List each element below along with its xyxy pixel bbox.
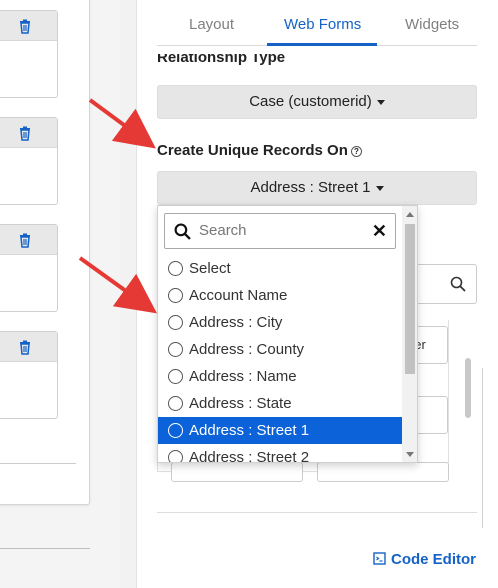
unique-records-value: Address : Street 1 (250, 179, 371, 196)
scroll-up-icon[interactable] (406, 212, 414, 217)
dropdown-scrollbar[interactable] (402, 206, 417, 462)
radio-icon (168, 261, 183, 276)
field-card-toolbar (0, 118, 57, 148)
trash-icon[interactable] (17, 18, 33, 34)
dropdown-option-selected[interactable]: Address : Street 1 (158, 417, 402, 444)
unique-records-dropdown: ✕ Select Account Name Address : City Add… (157, 205, 418, 463)
tab-web-forms[interactable]: Web Forms (284, 16, 361, 33)
search-icon (174, 223, 191, 240)
dropdown-options: Select Account Name Address : City Addre… (158, 255, 402, 462)
field-card[interactable] (0, 117, 58, 205)
radio-icon (168, 315, 183, 330)
trash-icon[interactable] (17, 232, 33, 248)
code-editor-icon (373, 552, 386, 565)
help-icon[interactable]: ? (350, 145, 362, 157)
gear-icon[interactable] (0, 232, 1, 248)
dropdown-option[interactable]: Account Name (158, 282, 402, 309)
divider (482, 368, 483, 528)
field-card[interactable] (0, 224, 58, 312)
divider (157, 512, 477, 513)
radio-icon (168, 342, 183, 357)
field-card[interactable] (0, 331, 58, 419)
divider (0, 548, 90, 549)
unique-records-label: Create Unique Records On? (157, 142, 362, 159)
tab-layout[interactable]: Layout (189, 16, 234, 33)
dropdown-option[interactable]: Address : City (158, 309, 402, 336)
dropdown-option[interactable]: Address : County (158, 336, 402, 363)
dropdown-option[interactable]: Select (158, 255, 402, 282)
properties-panel: Layout Web Forms Widgets Relationship Ty… (136, 0, 498, 588)
field-card-toolbar (0, 225, 57, 255)
form-canvas (0, 0, 120, 588)
caret-down-icon (376, 99, 385, 105)
search-icon (450, 276, 466, 292)
dropdown-option[interactable]: Address : State (158, 390, 402, 417)
tab-widgets[interactable]: Widgets (405, 16, 459, 33)
relationship-type-select[interactable]: Case (customerid) (157, 85, 477, 119)
divider (0, 460, 76, 464)
active-tab-indicator (267, 43, 377, 46)
field-card[interactable] (0, 10, 58, 98)
trash-icon[interactable] (17, 125, 33, 141)
radio-icon (168, 450, 183, 462)
radio-icon (168, 288, 183, 303)
code-editor-link[interactable]: Code Editor (373, 551, 476, 568)
radio-icon (168, 369, 183, 384)
dropdown-search: ✕ (164, 213, 396, 249)
close-icon[interactable]: ✕ (372, 221, 387, 241)
dropdown-option[interactable]: Address : Name (158, 363, 402, 390)
field-card-toolbar (0, 332, 57, 362)
panel-tabs: Layout Web Forms Widgets (157, 0, 477, 46)
gear-icon[interactable] (0, 18, 1, 34)
dropdown-search-input[interactable] (199, 222, 349, 239)
scrollbar-thumb[interactable] (405, 224, 415, 374)
caret-down-icon (375, 185, 384, 191)
background-scrollbar[interactable] (465, 358, 471, 418)
relationship-type-label: Relationship Type (157, 54, 286, 66)
trash-icon[interactable] (17, 339, 33, 355)
field-card-toolbar (0, 11, 57, 41)
relationship-type-value: Case (customerid) (249, 93, 372, 110)
dropdown-option[interactable]: Address : Street 2 (158, 444, 402, 462)
radio-icon (168, 423, 183, 438)
background-button[interactable] (317, 462, 449, 482)
gear-icon[interactable] (0, 339, 1, 355)
scroll-down-icon[interactable] (406, 452, 414, 457)
unique-records-select[interactable]: Address : Street 1 (157, 171, 477, 205)
gear-icon[interactable] (0, 125, 1, 141)
radio-icon (168, 396, 183, 411)
background-button[interactable] (171, 462, 303, 482)
